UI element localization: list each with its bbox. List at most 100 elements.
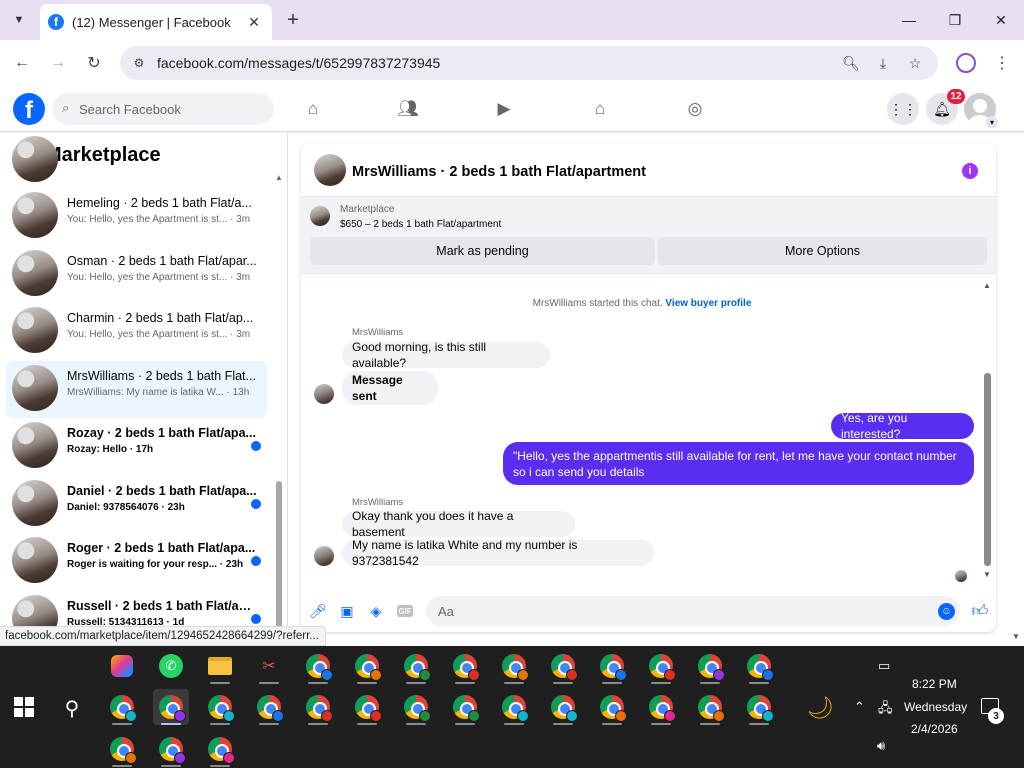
install-app-icon[interactable]: ⤓ [874, 54, 892, 72]
chrome-profile-icon[interactable] [300, 689, 336, 725]
message-input[interactable] [426, 596, 960, 626]
chrome-profile-icon[interactable] [496, 689, 532, 725]
taskbar-search-icon[interactable]: ⚲ [60, 696, 84, 720]
chat-title[interactable]: MrsWilliams · 2 beds 1 bath Flat/apartme… [352, 164, 646, 180]
chrome-profile-icon-active[interactable] [153, 689, 189, 725]
tab-search-chevron-icon[interactable]: ▼ [8, 9, 30, 31]
view-buyer-profile-link[interactable]: View buyer profile [665, 298, 751, 309]
photo-gallery-icon[interactable]: ▣ [338, 602, 356, 620]
chrome-profile-icon[interactable] [349, 648, 385, 684]
bookmark-star-icon[interactable]: ☆ [906, 54, 924, 72]
weather-moon-icon[interactable]: 🌙︎ [806, 695, 834, 721]
chrome-profile-icon[interactable] [741, 689, 777, 725]
chrome-profile-icon[interactable] [692, 689, 728, 725]
chrome-profile-icon[interactable] [643, 689, 679, 725]
browser-menu-icon[interactable]: ⋮ [992, 52, 1012, 74]
list-item[interactable]: Roger · 2 beds 1 bath Flat/apa... Roger … [6, 533, 267, 591]
show-hidden-icons-chevron-icon[interactable]: ⌃ [854, 699, 865, 715]
site-info-icon[interactable]: ⚙ [130, 54, 148, 72]
url-text[interactable]: facebook.com/messages/t/652997837273945 [157, 55, 440, 71]
minimize-button[interactable]: — [897, 8, 921, 32]
volume-icon[interactable]: 🔊︎ [877, 738, 885, 754]
search-input[interactable] [79, 93, 269, 125]
chrome-profile-icon[interactable] [692, 648, 728, 684]
marketplace-icon[interactable]: ⌂ [587, 96, 613, 122]
list-item[interactable]: Osman · 2 beds 1 bath Flat/apar... You: … [6, 246, 267, 304]
windows-start-icon[interactable] [14, 697, 34, 717]
list-item-active[interactable]: MrsWilliams · 2 beds 1 bath Flat... MrsW… [6, 360, 267, 418]
chrome-profile-icon[interactable] [104, 689, 140, 725]
chat-scroll-down-icon[interactable]: ▼ [983, 570, 991, 579]
browser-profile-icon[interactable] [956, 53, 976, 73]
list-item[interactable]: Rozay · 2 beds 1 bath Flat/apa... Rozay:… [6, 418, 267, 476]
sticker-icon[interactable]: ◈ [367, 602, 385, 620]
meet-now-icon[interactable]: ▭ [878, 658, 890, 674]
address-bar[interactable]: ⚙ facebook.com/messages/t/65299783727394… [120, 46, 938, 80]
clock-date[interactable]: 2/4/2026 [911, 722, 958, 736]
whatsapp-app-icon[interactable]: ✆ [153, 648, 189, 684]
network-icon[interactable]: 🖧︎ [878, 699, 893, 721]
chrome-profile-icon[interactable] [594, 648, 630, 684]
chrome-profile-icon[interactable] [447, 648, 483, 684]
list-item-partial[interactable] [6, 136, 267, 188]
scroll-up-arrow-icon[interactable]: ▲ [275, 173, 283, 182]
close-window-button[interactable]: ✕ [989, 8, 1013, 32]
page-scroll-down-icon[interactable]: ▼ [1012, 632, 1020, 641]
friends-icon[interactable]: 👥︎ [395, 96, 421, 122]
chat-scroll-up-icon[interactable]: ▲ [983, 281, 991, 290]
chat-scrollbar[interactable] [984, 373, 991, 566]
chrome-profile-icon[interactable] [349, 689, 385, 725]
new-tab-button[interactable]: + [282, 9, 304, 31]
video-icon[interactable]: ▶ [491, 96, 517, 122]
list-item[interactable]: Charmin · 2 beds 1 bath Flat/ap... You: … [6, 303, 267, 361]
menu-grid-icon[interactable]: ⋮⋮ [887, 93, 919, 125]
chrome-profile-icon[interactable] [202, 731, 238, 767]
facebook-logo[interactable]: f [13, 93, 45, 125]
microphone-icon[interactable]: 🎤︎ [309, 602, 327, 620]
sender-avatar[interactable] [314, 546, 334, 566]
sidebar-scrollbar[interactable] [276, 481, 282, 633]
chrome-profile-icon[interactable] [545, 648, 581, 684]
file-explorer-icon[interactable] [202, 648, 238, 684]
facebook-search[interactable]: ⌕ [52, 93, 274, 125]
more-options-button[interactable]: More Options [658, 237, 987, 265]
chrome-profile-icon[interactable] [447, 689, 483, 725]
chrome-profile-icon[interactable] [104, 731, 140, 767]
listing-price[interactable]: $650 – 2 beds 1 bath Flat/apartment [340, 219, 501, 230]
mark-as-pending-button[interactable]: Mark as pending [310, 237, 655, 265]
clock-day[interactable]: Wednesday [904, 700, 967, 714]
chrome-profile-icon[interactable] [398, 689, 434, 725]
list-item[interactable]: Daniel · 2 beds 1 bath Flat/apa... Danie… [6, 476, 267, 534]
list-item[interactable]: Hemeling · 2 beds 1 bath Flat/a... You: … [6, 188, 267, 246]
chrome-profile-icon[interactable] [643, 648, 679, 684]
restore-button[interactable]: ❐ [943, 8, 967, 32]
emoji-icon[interactable]: ☺ [938, 603, 955, 620]
chrome-profile-icon[interactable] [153, 731, 189, 767]
chrome-profile-icon[interactable] [496, 648, 532, 684]
chrome-profile-icon[interactable] [741, 648, 777, 684]
chrome-profile-icon[interactable] [398, 648, 434, 684]
chrome-profile-icon[interactable] [202, 689, 238, 725]
forward-button[interactable]: → [46, 51, 70, 75]
sender-avatar[interactable] [314, 384, 334, 404]
back-button[interactable]: ← [10, 51, 34, 75]
account-chevron-icon[interactable]: ▾ [986, 116, 998, 128]
browser-tab[interactable]: f (12) Messenger | Facebook ✕ [40, 4, 272, 40]
chrome-profile-icon[interactable] [251, 689, 287, 725]
zoom-icon[interactable]: 🔍︎ [842, 54, 860, 72]
chrome-profile-icon[interactable] [594, 689, 630, 725]
snipping-tool-icon[interactable]: ✂ [251, 648, 287, 684]
gif-icon[interactable]: GIF [397, 605, 413, 617]
chrome-profile-icon[interactable] [300, 648, 336, 684]
groups-icon[interactable]: ◎ [682, 96, 708, 122]
chrome-profile-icon[interactable] [545, 689, 581, 725]
clock-time[interactable]: 8:22 PM [912, 677, 957, 691]
listing-thumbnail[interactable] [310, 206, 330, 226]
home-icon[interactable]: ⌂ [300, 96, 326, 122]
chat-listing-thumbnail[interactable] [314, 154, 346, 186]
copilot-app-icon[interactable] [104, 648, 140, 684]
thumbs-up-icon[interactable]: 👍︎ [970, 601, 990, 621]
tab-close-icon[interactable]: ✕ [244, 12, 264, 32]
reload-button[interactable]: ↻ [82, 51, 106, 75]
info-icon[interactable]: i [962, 163, 978, 179]
